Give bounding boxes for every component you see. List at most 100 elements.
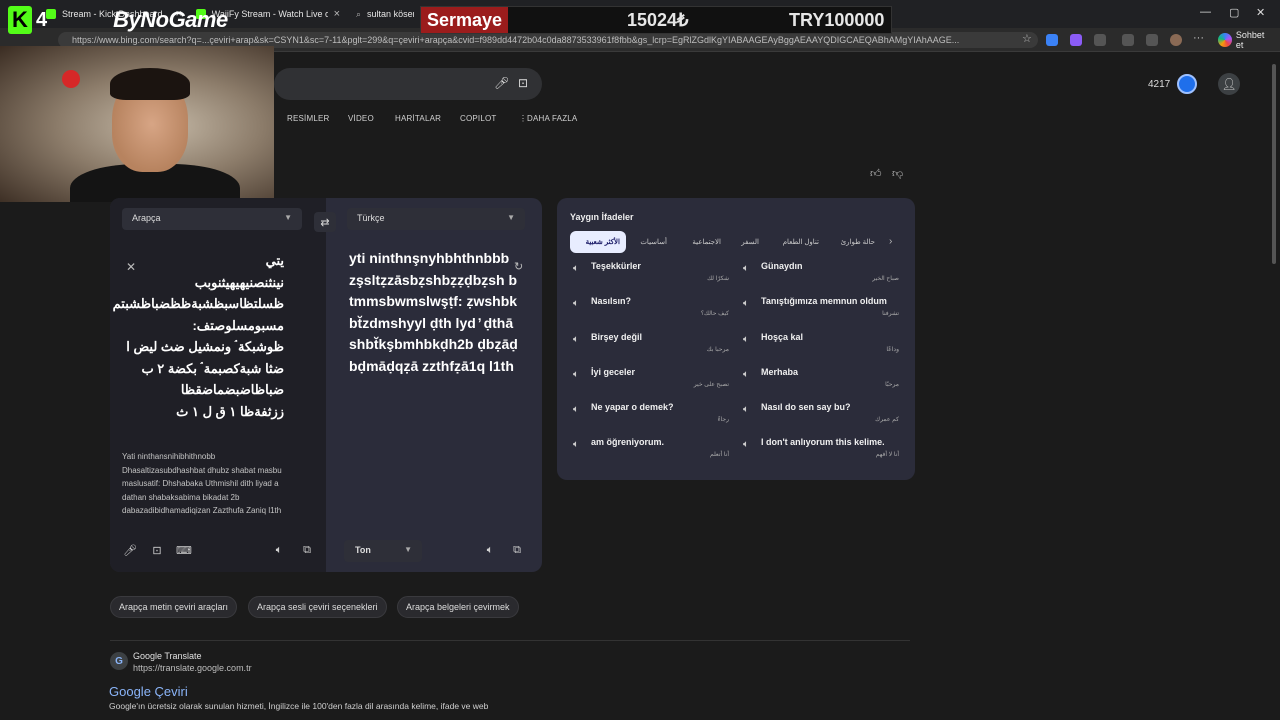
webcam-feed	[0, 46, 274, 202]
copy-icon[interactable]: ⧉	[300, 544, 314, 558]
result-url[interactable]: https://translate.google.com.tr	[133, 663, 252, 673]
nav-maps[interactable]: HARİTALAR	[395, 114, 441, 123]
phrases-tab-emergency[interactable]: حالة طوارئ	[833, 231, 881, 253]
phrase-item[interactable]: 🔈︎ Günaydın صباح الخير	[743, 261, 903, 291]
phrases-tab-travel[interactable]: السفر	[735, 231, 765, 253]
source-transliteration: Yati ninthansnihibhithnobb Dhasaltizasub…	[122, 452, 282, 515]
phrase-item[interactable]: 🔈︎ I don't anlıyorum this kelime. أنا لا…	[743, 437, 903, 467]
nav-more-icon[interactable]: ⋮	[519, 114, 527, 123]
extensions-puzzle-icon[interactable]	[1094, 34, 1106, 46]
copilot-chat-button[interactable]: Sohbet et	[1212, 30, 1280, 50]
source-line: ضباظاضبضماضقظا	[180, 382, 284, 397]
nav-images[interactable]: RESİMLER	[287, 114, 330, 123]
source-line: ضثا شبةكصبمة ۘ بكضة ٢ ب	[141, 360, 284, 376]
phrase-item[interactable]: 🔈︎ Tanıştığımıza memnun oldum تشرفنا	[743, 296, 903, 326]
speaker-icon[interactable]: 🔈︎	[573, 334, 579, 345]
phrases-tab-popular[interactable]: الأكثر شعبية	[570, 231, 626, 253]
nav-video[interactable]: VİDEO	[348, 114, 374, 123]
search-box[interactable]: 🎤︎ ⊡	[274, 68, 542, 100]
phrase-turkish: Hoşça kal	[761, 332, 804, 342]
microphone-icon[interactable]: 🎤︎	[123, 544, 137, 558]
source-text[interactable]: يتي نينثنصنيهيهيثنوبب ظسلتظاسبظشبةظظضباظ…	[112, 250, 284, 422]
maximize-icon[interactable]: ▢	[1229, 6, 1239, 19]
phrase-item[interactable]: 🔈︎ Birşey değil مرحبا بك	[573, 332, 733, 362]
phrases-tab-basics[interactable]: أساسيات	[633, 231, 673, 253]
close-icon[interactable]: ×	[334, 8, 340, 20]
split-screen-icon[interactable]	[1122, 34, 1134, 46]
phrase-turkish: Birşey değil	[591, 332, 643, 342]
result-title-link[interactable]: Google Çeviri	[109, 684, 188, 699]
overlay-target: TRY100000	[789, 9, 885, 30]
swap-languages-button[interactable]: ⇄	[314, 212, 336, 232]
favorites-icon[interactable]	[1146, 34, 1158, 46]
phrase-item[interactable]: 🔈︎ Merhaba مرحبًا	[743, 367, 903, 397]
phrase-item[interactable]: 🔈︎ am öğreniyorum. أنا أتعلم	[573, 437, 733, 467]
copy-icon[interactable]: ⧉	[510, 544, 524, 558]
tone-select[interactable]: Ton ▼	[344, 540, 422, 562]
speaker-icon[interactable]: 🔈︎	[743, 298, 749, 309]
scrollbar-thumb[interactable]	[1272, 64, 1276, 264]
tab-search[interactable]: ⌕ sultan kösen - A	[350, 4, 420, 24]
speaker-icon[interactable]: 🔈︎	[743, 404, 749, 415]
phrase-arabic: كيف حالك؟	[700, 311, 729, 317]
speaker-icon[interactable]: 🔈︎	[573, 263, 579, 274]
keyboard-icon[interactable]: ⌨	[176, 544, 192, 558]
phrase-item[interactable]: 🔈︎ Hoşça kal وداعًا	[743, 332, 903, 362]
speaker-icon[interactable]: 🔈︎	[573, 369, 579, 380]
phrases-tab-dining[interactable]: تناول الطعام	[773, 231, 825, 253]
microphone-icon[interactable]: 🎤︎	[494, 76, 509, 90]
speaker-icon[interactable]: 🔈︎	[483, 544, 497, 558]
phrases-title: Yaygın İfadeler	[570, 212, 634, 222]
speaker-icon[interactable]: 🔈︎	[573, 298, 579, 309]
phrase-turkish: Nasılsın?	[591, 296, 632, 306]
phrase-item[interactable]: 🔈︎ Nasıl do sen say bu? كم عمرك	[743, 402, 903, 432]
phrase-turkish: am öğreniyorum.	[591, 437, 665, 447]
thumbs-up-icon[interactable]: 👍︎	[870, 167, 882, 180]
close-window-icon[interactable]: ✕	[1256, 6, 1265, 19]
tab-label: WaiiFy Stream - Watch Live on Kick	[211, 9, 328, 19]
speaker-icon[interactable]: 🔈︎	[573, 439, 579, 450]
favorite-star-icon[interactable]: ☆	[1022, 32, 1032, 45]
phrase-arabic: كم عمرك	[875, 417, 899, 423]
related-chip[interactable]: Arapça metin çeviri araçları	[110, 596, 238, 618]
phrase-item[interactable]: 🔈︎ Nasılsın? كيف حالك؟	[573, 296, 733, 326]
phrase-turkish: Günaydın	[761, 261, 803, 271]
chevron-right-icon[interactable]: ›	[889, 236, 892, 247]
extension-icon[interactable]	[1070, 34, 1082, 46]
phrase-item[interactable]: 🔈︎ İyi geceler تصبح على خير	[573, 367, 733, 397]
extension-icon[interactable]	[1046, 34, 1058, 46]
rewards-count: 4217	[1148, 79, 1171, 90]
thumbs-down-icon[interactable]: 👎︎	[892, 167, 903, 180]
minimize-icon[interactable]: —	[1200, 6, 1211, 18]
refresh-icon[interactable]: ↻	[514, 260, 523, 273]
phrase-item[interactable]: 🔈︎ Teşekkürler شكرًا لك	[573, 261, 733, 291]
tab-label: sultan kösen - A	[367, 9, 414, 19]
more-icon[interactable]: ···	[1193, 32, 1204, 44]
phrase-item[interactable]: 🔈︎ Ne yapar o demek? رجاءً	[573, 402, 733, 432]
related-chip[interactable]: Arapça sesli çeviri seçenekleri	[248, 596, 387, 618]
overlay-title: Sermaye	[421, 7, 509, 33]
nav-copilot[interactable]: COPILOT	[460, 114, 497, 123]
speaker-icon[interactable]: 🔈︎	[743, 439, 749, 450]
speaker-icon[interactable]: 🔈︎	[272, 544, 286, 558]
rewards-icon[interactable]	[1177, 74, 1197, 94]
speaker-icon[interactable]: 🔈︎	[573, 404, 579, 415]
speaker-icon[interactable]: 🔈︎	[743, 369, 749, 380]
phrase-arabic: صباح الخير	[872, 276, 899, 282]
phrases-tab-social[interactable]: الاجتماعية	[681, 231, 727, 253]
speaker-icon[interactable]: 🔈︎	[743, 263, 749, 274]
visual-search-icon[interactable]: ⊡	[518, 76, 532, 90]
target-language-select[interactable]: Türkçe ▼	[347, 208, 525, 230]
nav-more[interactable]: DAHA FAZLA	[527, 114, 577, 123]
source-language-select[interactable]: Arapça ▼	[122, 208, 302, 230]
source-line: ظسلتظاسبظشبةظظضباظشبتم	[112, 296, 284, 311]
speaker-icon[interactable]: 🔈︎	[743, 334, 749, 345]
streamer-hair	[110, 68, 190, 100]
phrase-arabic: مرحبًا	[885, 382, 899, 388]
related-chip[interactable]: Arapça belgeleri çevirmek	[397, 596, 519, 618]
profile-icon[interactable]	[1170, 34, 1182, 46]
result-site-name[interactable]: Google Translate	[133, 651, 202, 661]
tone-label: Ton	[355, 545, 371, 555]
account-avatar[interactable]: 👤︎	[1218, 73, 1240, 95]
camera-icon[interactable]: ⊡	[150, 544, 164, 558]
